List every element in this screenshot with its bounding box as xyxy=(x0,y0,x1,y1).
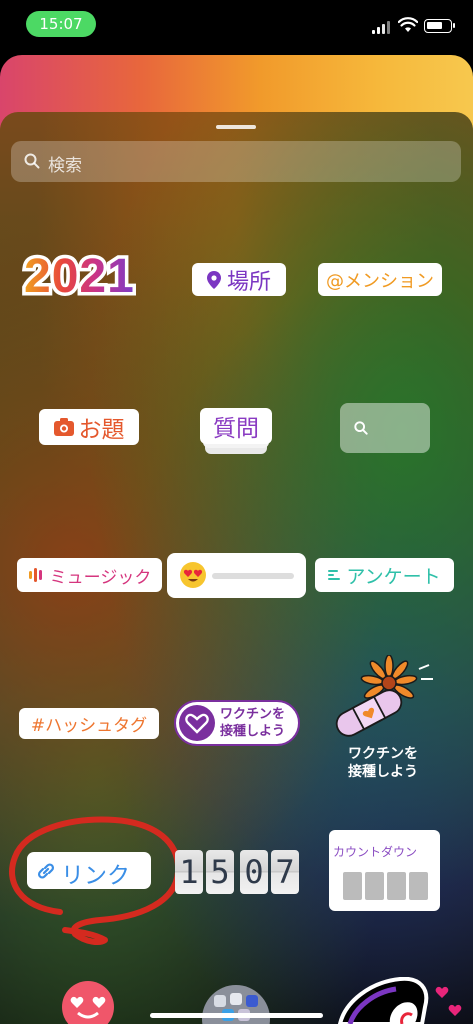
status-bar: 15:07 xyxy=(0,0,473,50)
poll-lines-icon xyxy=(328,570,341,580)
search-icon xyxy=(24,153,40,169)
signal-icon xyxy=(372,20,392,34)
question-sticker[interactable]: 質問 xyxy=(200,408,272,444)
countdown-digit-box xyxy=(409,872,428,900)
poll-sticker-label: アンケート xyxy=(346,565,441,588)
countdown-sticker-label: カウントダウン xyxy=(333,845,418,859)
mention-sticker-label: @メンション xyxy=(326,270,434,292)
year-sticker[interactable]: 2021 xyxy=(24,249,154,307)
mention-sticker[interactable]: @メンション xyxy=(318,263,442,296)
sticker-sheet: 検索 2021 2021 場所 @メンション お題 質問 xyxy=(0,112,473,1024)
time-digit: 0 xyxy=(240,850,268,894)
camera-icon xyxy=(53,418,74,436)
emoji-slider-sticker[interactable] xyxy=(167,553,306,598)
question-topic-sticker[interactable]: お題 xyxy=(39,409,139,445)
search-placeholder: 検索 xyxy=(48,156,82,176)
countdown-sticker[interactable]: カウントダウン xyxy=(329,830,440,911)
vaccine-bandaid-line1: ワクチンを xyxy=(348,746,418,762)
question-sticker-label: 質問 xyxy=(213,416,259,442)
battery-icon xyxy=(424,19,455,33)
countdown-digit-box xyxy=(387,872,406,900)
time-digit: 1 xyxy=(175,850,203,894)
status-time[interactable]: 15:07 xyxy=(26,11,96,37)
vaccine-badge-text: ワクチンを 接種しよう xyxy=(220,706,285,740)
character-sticker-icon[interactable] xyxy=(330,977,473,1024)
vaccine-bandaid-text: ワクチンを 接種しよう xyxy=(340,745,426,781)
hashtag-sticker-label: #ハッシュタグ xyxy=(30,716,148,736)
sticker-search-input[interactable]: 検索 xyxy=(11,141,461,182)
hashtag-sticker[interactable]: #ハッシュタグ xyxy=(19,708,159,739)
vaccine-badge-line2: 接種しよう xyxy=(220,724,286,739)
slider-track xyxy=(212,573,294,579)
location-sticker-label: 場所 xyxy=(226,269,271,295)
heart-icon xyxy=(179,705,215,741)
location-sticker[interactable]: 場所 xyxy=(192,263,286,296)
vaccine-badge-sticker[interactable]: ワクチンを 接種しよう xyxy=(174,700,300,746)
location-pin-icon xyxy=(206,270,221,289)
question-topic-label: お題 xyxy=(78,417,125,443)
search-icon xyxy=(354,421,368,435)
vaccine-bandaid-line2: 接種しよう xyxy=(348,764,418,780)
search-sticker[interactable] xyxy=(340,403,430,453)
time-digit: 7 xyxy=(271,850,299,894)
wifi-icon xyxy=(398,17,418,32)
year-sticker-label: 2021 xyxy=(24,250,135,303)
time-sticker[interactable]: 1 5 0 7 xyxy=(175,850,299,894)
heart-eyes-emoji-icon[interactable] xyxy=(60,979,116,1024)
music-wave-icon xyxy=(28,568,42,582)
bandaid-flower-icon[interactable] xyxy=(331,655,441,747)
countdown-digit-box xyxy=(343,872,362,900)
music-sticker-label: ミュージック xyxy=(49,567,152,588)
poll-sticker[interactable]: アンケート xyxy=(315,558,454,592)
annotation-circle xyxy=(9,816,182,945)
sheet-grabber[interactable] xyxy=(216,125,256,129)
time-digit: 5 xyxy=(206,850,234,894)
music-sticker[interactable]: ミュージック xyxy=(17,558,162,592)
countdown-digit-box xyxy=(365,872,384,900)
heart-eyes-emoji-icon xyxy=(180,562,206,588)
vaccine-badge-line1: ワクチンを xyxy=(220,707,286,722)
home-indicator[interactable] xyxy=(150,1013,323,1018)
